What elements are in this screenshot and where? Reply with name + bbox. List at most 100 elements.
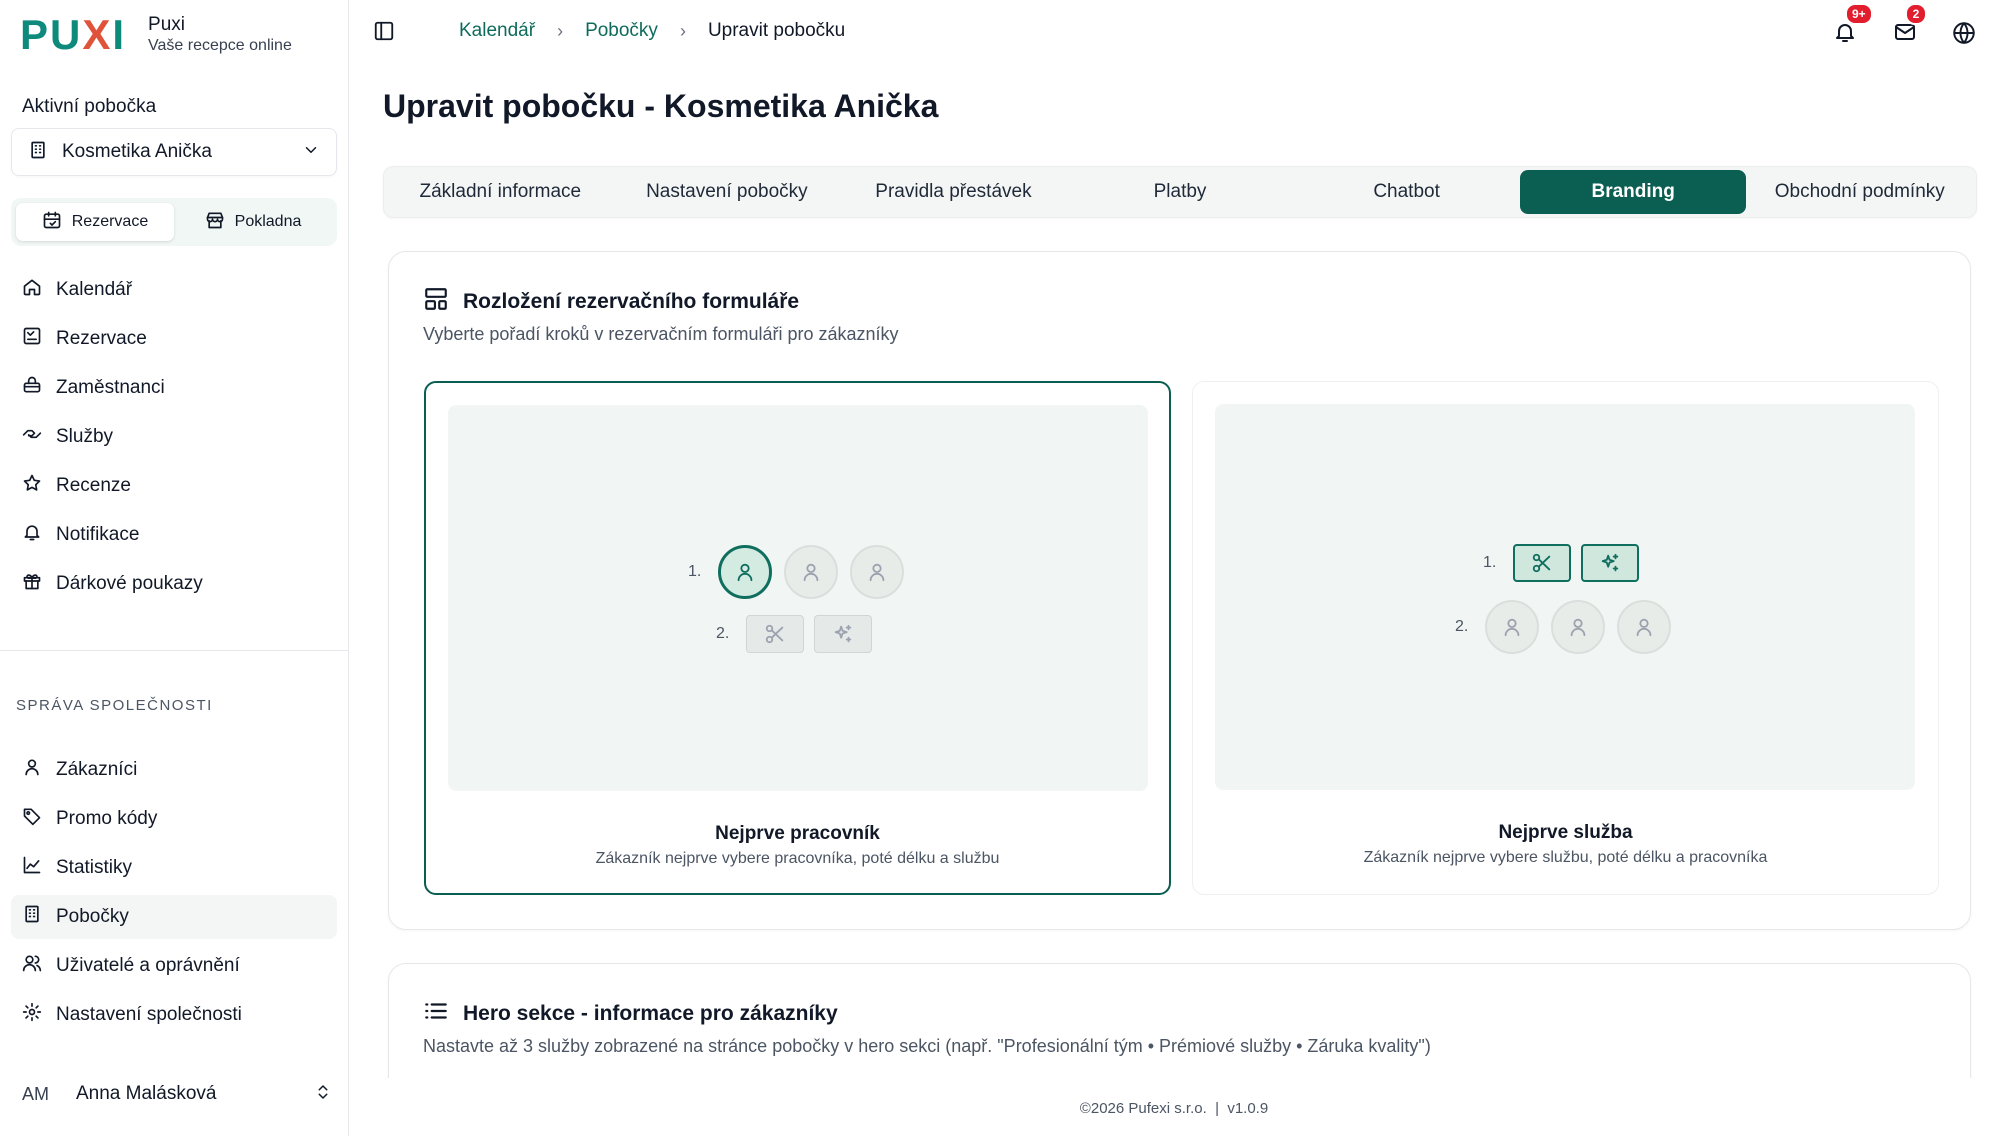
breadcrumb-current: Upravit pobočku bbox=[707, 20, 846, 41]
mail-icon bbox=[1893, 24, 1917, 48]
tab-branch-settings[interactable]: Nastavení pobočky bbox=[614, 170, 841, 214]
booking-layout-card: Rozložení rezervačního formuláře Vyberte… bbox=[388, 251, 1971, 930]
chevrons-up-down-icon bbox=[314, 1083, 332, 1106]
sidebar-item-reviews[interactable]: Recenze bbox=[11, 464, 337, 508]
main-nav: Kalendář Rezervace Zaměstnanci Služby Re… bbox=[11, 268, 337, 611]
sidebar-item-company-settings[interactable]: Nastavení společnosti bbox=[11, 993, 337, 1037]
calendar-icon bbox=[42, 210, 72, 235]
sidebar-item-reservations[interactable]: Rezervace bbox=[11, 317, 337, 361]
messages-badge: 2 bbox=[1905, 3, 1927, 25]
sidebar-item-branches[interactable]: Pobočky bbox=[11, 895, 337, 939]
globe-icon bbox=[1951, 22, 1977, 50]
layout-icon bbox=[423, 286, 463, 318]
tab-payments[interactable]: Platby bbox=[1067, 170, 1294, 214]
sidebar-item-customers[interactable]: Zákazníci bbox=[11, 748, 337, 792]
sidebar-toggle-icon[interactable] bbox=[373, 20, 395, 47]
settings-tabs: Základní informace Nastavení pobočky Pra… bbox=[383, 166, 1977, 218]
notifications-badge: 9+ bbox=[1845, 3, 1873, 25]
store-icon bbox=[205, 210, 235, 235]
user-menu[interactable]: AM Anna Malásková bbox=[22, 1074, 332, 1114]
tab-branding[interactable]: Branding bbox=[1519, 170, 1747, 214]
tag-icon bbox=[22, 806, 56, 832]
option-description: Zákazník nejprve vybere pracovníka, poté… bbox=[595, 850, 1000, 867]
sidebar-item-gift-vouchers[interactable]: Dárkové poukazy bbox=[11, 562, 337, 606]
card-title: Hero sekce - informace pro zákazníky bbox=[463, 1002, 838, 1025]
users-icon bbox=[22, 953, 56, 979]
breadcrumb: Kalendář › Pobočky › Upravit pobočku bbox=[459, 20, 845, 42]
sidebar-item-services[interactable]: Služby bbox=[11, 415, 337, 459]
list-icon bbox=[423, 998, 463, 1030]
bell-icon bbox=[1833, 24, 1857, 48]
mode-switch: Rezervace Pokladna bbox=[11, 198, 337, 246]
employee-avatar-icon bbox=[1485, 600, 1539, 654]
employees-icon bbox=[22, 375, 56, 401]
language-button[interactable] bbox=[1951, 20, 1977, 51]
branch-select[interactable]: Kosmetika Anička bbox=[11, 128, 337, 176]
footer: ©2026 Pufexi s.r.o. | v1.0.9 bbox=[349, 1078, 1999, 1136]
gear-icon bbox=[22, 1002, 56, 1028]
chevron-right-icon: › bbox=[557, 20, 564, 41]
branch-select-value: Kosmetika Anička bbox=[62, 141, 212, 162]
preview-step-row: 2. bbox=[716, 615, 882, 653]
breadcrumb-branches[interactable]: Pobočky bbox=[585, 20, 658, 42]
option-preview: 1. 2. bbox=[1215, 404, 1915, 790]
layout-option-employee-first[interactable]: 1. 2. Nejprve pracovník Zákazník nejprve… bbox=[424, 381, 1171, 895]
preview-step-row: 1. bbox=[1483, 544, 1649, 582]
sparkles-icon bbox=[814, 615, 872, 653]
card-title: Rozložení rezervačního formuláře bbox=[463, 290, 800, 313]
chart-icon bbox=[22, 855, 56, 881]
card-description: Vyberte pořadí kroků v rezervačním formu… bbox=[423, 324, 899, 344]
mode-cashier-button[interactable]: Pokladna bbox=[174, 203, 332, 241]
card-header: Rozložení rezervačního formuláře bbox=[423, 286, 799, 318]
sidebar-item-statistics[interactable]: Statistiky bbox=[11, 846, 337, 890]
sidebar-item-notifications[interactable]: Notifikace bbox=[11, 513, 337, 557]
step-number: 2. bbox=[1455, 618, 1469, 635]
employee-avatar-icon bbox=[1551, 600, 1605, 654]
brand-name: Puxi bbox=[148, 14, 186, 35]
brand[interactable]: PU X I Puxi Vaše recepce online bbox=[20, 14, 292, 56]
employee-avatar-icon bbox=[718, 545, 772, 599]
mode-reservations-button[interactable]: Rezervace bbox=[16, 203, 174, 241]
preview-step-row: 2. bbox=[1455, 600, 1683, 654]
tab-break-rules[interactable]: Pravidla přestávek bbox=[840, 170, 1067, 214]
gift-icon bbox=[22, 571, 56, 597]
page-title: Upravit pobočku - Kosmetika Anička bbox=[383, 88, 939, 124]
employee-avatar-icon bbox=[850, 545, 904, 599]
breadcrumb-calendar[interactable]: Kalendář bbox=[459, 20, 535, 42]
option-preview: 1. 2. bbox=[448, 405, 1148, 791]
building-icon bbox=[28, 140, 48, 165]
user-icon bbox=[22, 757, 56, 783]
star-icon bbox=[22, 473, 56, 499]
company-section-label: SPRÁVA SPOLEČNOSTI bbox=[16, 697, 213, 714]
sidebar-item-promo-codes[interactable]: Promo kódy bbox=[11, 797, 337, 841]
handshake-icon bbox=[22, 424, 56, 450]
card-header: Hero sekce - informace pro zákazníky bbox=[423, 998, 838, 1030]
company-nav: Zákazníci Promo kódy Statistiky Pobočky … bbox=[11, 748, 337, 1042]
avatar: AM bbox=[22, 1083, 49, 1104]
footer-text: ©2026 Pufexi s.r.o. | v1.0.9 bbox=[1079, 1100, 1269, 1117]
chevron-down-icon bbox=[302, 141, 320, 164]
step-number: 1. bbox=[688, 563, 702, 580]
sidebar-item-calendar[interactable]: Kalendář bbox=[11, 268, 337, 312]
top-bar: Kalendář › Pobočky › Upravit pobočku 9+ … bbox=[349, 0, 1999, 64]
tab-basic-info[interactable]: Základní informace bbox=[387, 170, 614, 214]
tab-terms[interactable]: Obchodní podmínky bbox=[1746, 170, 1973, 214]
option-title: Nejprve služba bbox=[1498, 822, 1633, 843]
card-description: Nastavte až 3 služby zobrazené na stránc… bbox=[423, 1036, 1431, 1056]
tab-chatbot[interactable]: Chatbot bbox=[1293, 170, 1520, 214]
sidebar-item-users-permissions[interactable]: Uživatelé a oprávnění bbox=[11, 944, 337, 988]
step-number: 2. bbox=[716, 625, 730, 642]
active-branch-label: Aktivní pobočka bbox=[22, 96, 157, 117]
home-icon bbox=[22, 277, 56, 303]
messages-button[interactable]: 2 bbox=[1893, 3, 1927, 49]
scissors-icon bbox=[746, 615, 804, 653]
sidebar-divider bbox=[0, 650, 349, 651]
reservation-icon bbox=[22, 326, 56, 352]
brand-tagline: Vaše recepce online bbox=[148, 37, 292, 54]
sidebar-item-employees[interactable]: Zaměstnanci bbox=[11, 366, 337, 410]
chevron-right-icon: › bbox=[679, 20, 686, 41]
step-number: 1. bbox=[1483, 554, 1497, 571]
scissors-icon bbox=[1513, 544, 1571, 582]
layout-option-service-first[interactable]: 1. 2. Nejprve služba Zákazník nejprve vy… bbox=[1192, 381, 1939, 895]
notifications-button[interactable]: 9+ bbox=[1833, 3, 1873, 49]
